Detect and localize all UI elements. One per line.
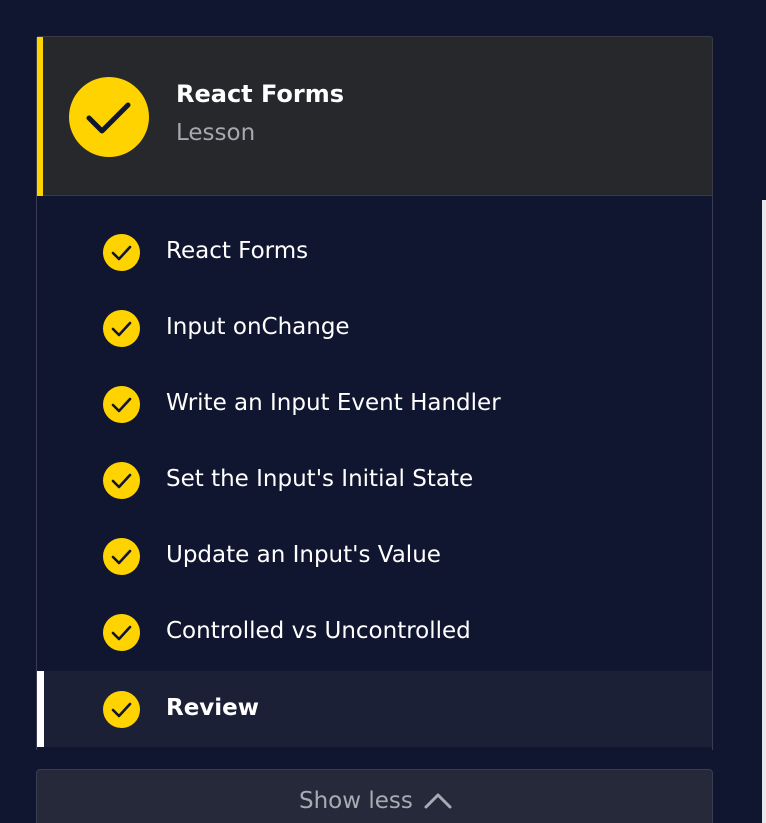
step-label: React Forms xyxy=(166,238,309,264)
check-icon xyxy=(103,310,140,347)
check-icon xyxy=(103,462,140,499)
step-item-review[interactable]: Review xyxy=(37,671,712,747)
step-item-react-forms[interactable]: React Forms xyxy=(37,214,712,290)
step-item-write-input-event-handler[interactable]: Write an Input Event Handler xyxy=(37,366,712,442)
active-step-indicator xyxy=(37,671,44,747)
step-label: Set the Input's Initial State xyxy=(166,466,474,492)
step-item-update-input-value[interactable]: Update an Input's Value xyxy=(37,518,712,594)
step-item-controlled-vs-uncontrolled[interactable]: Controlled vs Uncontrolled xyxy=(37,594,712,670)
step-label: Review xyxy=(166,695,260,721)
lesson-type-label: Lesson xyxy=(176,120,256,146)
header-accent-bar xyxy=(37,37,43,197)
lesson-title: React Forms xyxy=(176,80,345,108)
step-item-set-initial-state[interactable]: Set the Input's Initial State xyxy=(37,442,712,518)
check-icon xyxy=(103,538,140,575)
show-less-label: Show less xyxy=(299,788,413,814)
chevron-up-icon xyxy=(424,793,452,809)
lesson-complete-check-icon xyxy=(69,77,149,157)
page: React Forms Lesson React Forms Input onC… xyxy=(0,0,766,823)
show-less-button[interactable]: Show less xyxy=(36,769,713,823)
check-icon xyxy=(103,691,140,728)
step-label: Write an Input Event Handler xyxy=(166,390,501,416)
check-icon xyxy=(103,614,140,651)
scrollbar-edge[interactable] xyxy=(762,200,766,823)
step-label: Input onChange xyxy=(166,314,350,340)
step-label: Controlled vs Uncontrolled xyxy=(166,618,471,644)
check-icon xyxy=(103,386,140,423)
check-icon xyxy=(103,234,140,271)
lesson-steps-list: React Forms Input onChange Write an Inpu… xyxy=(36,196,713,750)
lesson-card: React Forms Lesson React Forms Input onC… xyxy=(36,36,713,823)
step-label: Update an Input's Value xyxy=(166,542,441,568)
lesson-header[interactable]: React Forms Lesson xyxy=(36,36,713,197)
step-item-input-onchange[interactable]: Input onChange xyxy=(37,290,712,366)
